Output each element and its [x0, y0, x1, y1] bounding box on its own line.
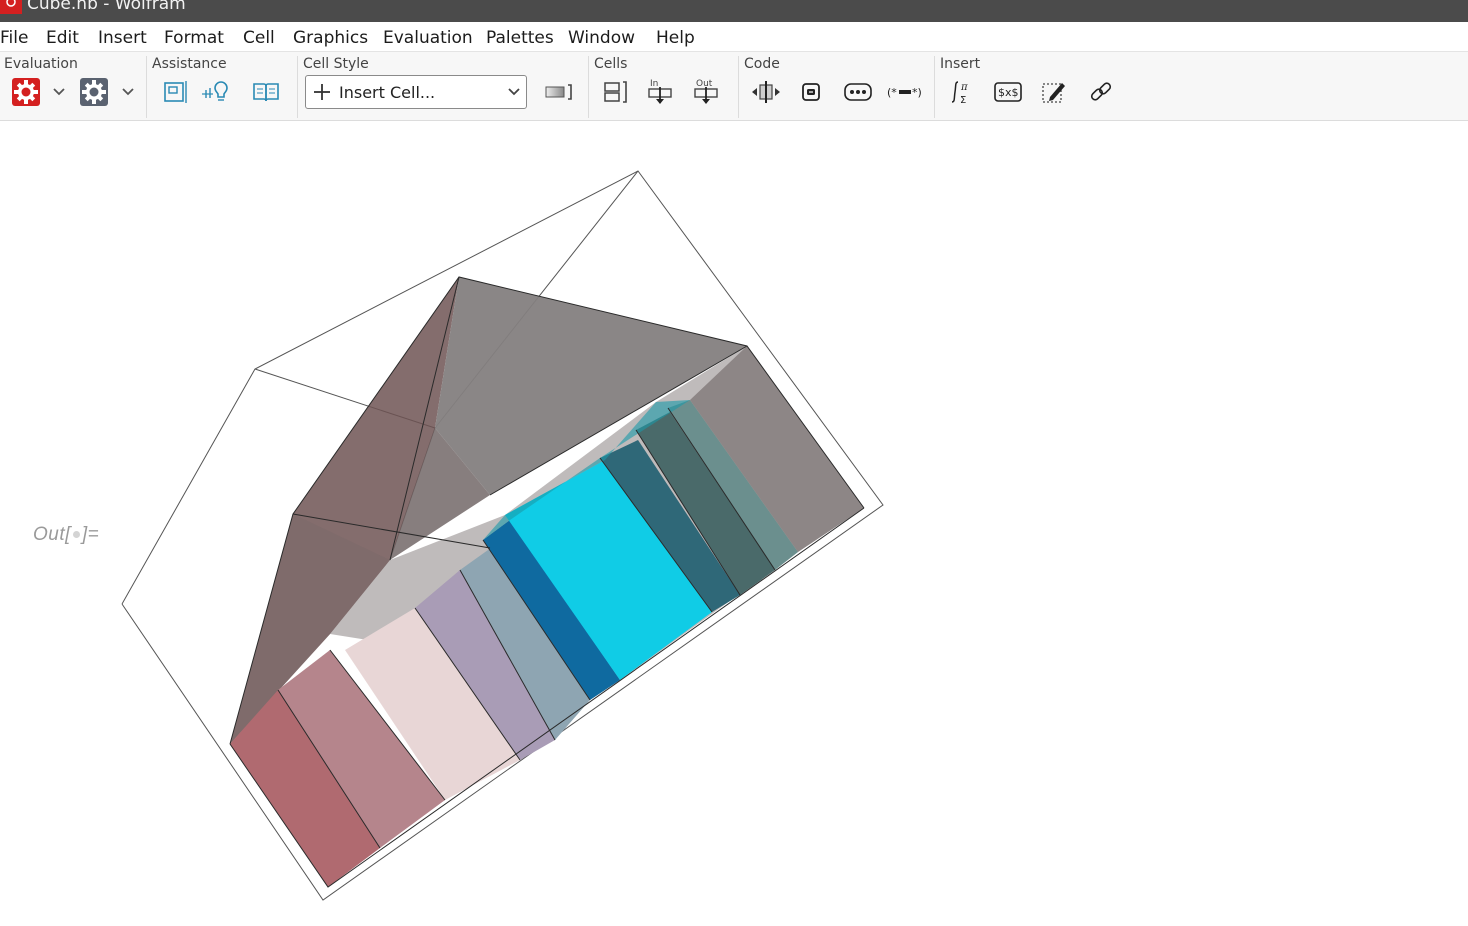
suggestions-button[interactable]	[202, 76, 234, 108]
insert-latex-button[interactable]: $x$	[992, 76, 1024, 108]
output-3d-graphic[interactable]	[0, 120, 1000, 920]
svg-text:(*: (*	[887, 86, 897, 99]
insert-group-label: Insert	[940, 56, 981, 72]
link-icon	[1090, 82, 1112, 101]
insert-math-button[interactable]: π Σ	[946, 76, 978, 108]
split-cell-button[interactable]	[750, 76, 782, 108]
svg-text:*): *)	[912, 86, 922, 99]
drawing-button[interactable]	[1038, 76, 1070, 108]
book-icon	[253, 83, 279, 102]
lightbulb-icon	[202, 81, 228, 101]
menu-evaluation[interactable]: Evaluation	[383, 28, 473, 48]
comment-icon: (* *)	[887, 86, 922, 99]
menu-file[interactable]: File	[0, 28, 28, 48]
ellipsis-button[interactable]	[842, 76, 874, 108]
window-title: Cube.nb - Wolfram	[27, 0, 186, 14]
split-icon	[752, 81, 780, 103]
abort-evaluation-button[interactable]	[78, 76, 110, 108]
output-insert-icon: Out	[694, 79, 718, 104]
toolbar-separator	[738, 56, 739, 118]
toolbar-separator	[297, 56, 298, 118]
cells-out-label: Out	[696, 79, 713, 89]
cell-group-button[interactable]	[600, 76, 632, 108]
menu-help[interactable]: Help	[656, 28, 695, 48]
toolbar-separator	[146, 56, 147, 118]
menu-format[interactable]: Format	[164, 28, 224, 48]
evaluate-gear-icon	[12, 78, 40, 106]
iconize-icon	[802, 83, 820, 101]
menu-window[interactable]: Window	[568, 28, 635, 48]
svg-text:π: π	[960, 82, 968, 93]
abort-dropdown-button[interactable]	[121, 82, 135, 102]
menu-edit[interactable]: Edit	[46, 28, 79, 48]
title-bar: Cube.nb - Wolfram	[0, 0, 1468, 22]
menu-palettes[interactable]: Palettes	[486, 28, 554, 48]
menu-bar: File Edit Insert Format Cell Graphics Ev…	[0, 22, 1468, 51]
ellipsis-icon	[844, 83, 872, 101]
cell-group-icon	[604, 81, 627, 103]
cell-style-dropdown[interactable]: Insert Cell...	[305, 75, 527, 109]
menu-insert[interactable]: Insert	[98, 28, 147, 48]
insert-input-button[interactable]: In	[645, 76, 677, 108]
cells-group-label: Cells	[594, 56, 628, 72]
abort-gear-icon	[80, 78, 108, 106]
chevron-down-icon	[122, 88, 134, 96]
evaluation-group-label: Evaluation	[4, 56, 78, 72]
cell-bracket-icon	[545, 84, 572, 100]
chevron-down-icon	[508, 88, 520, 96]
notebook-toolbar: Evaluation Assistance Cell Style Insert …	[0, 51, 1468, 121]
integral-pi-sigma-icon: π Σ	[951, 81, 968, 106]
cell-style-group-label: Cell Style	[303, 56, 369, 72]
cell-style-value: Insert Cell...	[339, 83, 436, 102]
cell-bracket-button[interactable]	[543, 76, 575, 108]
draw-pen-icon	[1042, 83, 1065, 103]
menu-cell[interactable]: Cell	[243, 28, 275, 48]
chevron-down-icon	[53, 88, 65, 96]
panel-icon	[164, 81, 187, 103]
comment-button[interactable]: (* *)	[886, 76, 924, 108]
documentation-button[interactable]	[250, 76, 282, 108]
iconize-button[interactable]	[795, 76, 827, 108]
input-insert-icon: In	[648, 79, 672, 104]
insert-output-button[interactable]: Out	[691, 76, 723, 108]
wolfram-logo-icon	[0, 0, 22, 14]
insert-link-button[interactable]	[1085, 76, 1117, 108]
cells-in-label: In	[650, 79, 658, 89]
code-group-label: Code	[744, 56, 780, 72]
menu-graphics[interactable]: Graphics	[293, 28, 368, 48]
toolbar-separator	[588, 56, 589, 118]
assistance-panel-button[interactable]	[159, 76, 191, 108]
plus-icon	[314, 84, 330, 100]
svg-text:$x$: $x$	[998, 86, 1019, 99]
assistance-group-label: Assistance	[152, 56, 227, 72]
toolbar-separator	[934, 56, 935, 118]
evaluate-cells-button[interactable]	[10, 76, 42, 108]
svg-text:Σ: Σ	[960, 95, 966, 106]
evaluate-dropdown-button[interactable]	[52, 82, 66, 102]
latex-icon: $x$	[994, 82, 1022, 102]
